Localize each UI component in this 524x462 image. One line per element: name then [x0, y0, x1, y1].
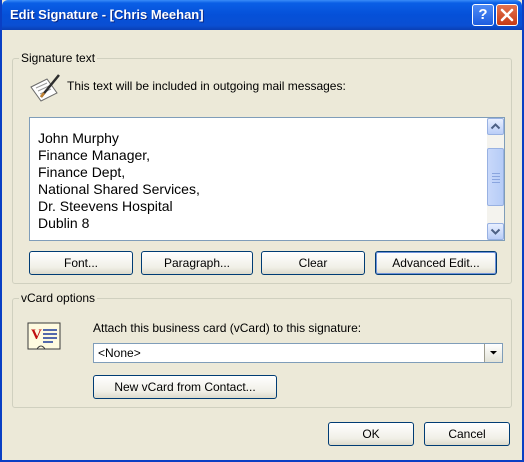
signature-line: National Shared Services, [38, 181, 200, 197]
cancel-button-label: Cancel [448, 427, 486, 441]
close-button[interactable] [496, 4, 518, 26]
svg-text:V: V [31, 327, 42, 343]
signature-line: Finance Manager, [38, 147, 151, 163]
vcard-options-group: vCard options V Attach this business car… [12, 291, 512, 408]
attach-vcard-label: Attach this business card (vCard) to thi… [93, 321, 362, 335]
chevron-down-icon [490, 351, 497, 355]
grip-line [492, 182, 500, 183]
signature-line: John Murphy [38, 130, 119, 146]
signature-line: Finance Dept, [38, 164, 126, 180]
font-button[interactable]: Font... [29, 251, 133, 275]
help-button[interactable]: ? [472, 4, 494, 26]
font-button-label: Font... [63, 256, 98, 270]
advanced-edit-button-label: Advanced Edit... [392, 256, 480, 270]
close-icon [500, 8, 514, 22]
signature-textarea[interactable]: John Murphy Finance Manager, Finance Dep… [29, 117, 505, 241]
grip-line [492, 173, 500, 174]
signature-line: Dr. Steevens Hospital [38, 198, 173, 214]
new-vcard-button[interactable]: New vCard from Contact... [93, 375, 277, 399]
clear-button-label: Clear [298, 256, 328, 270]
chevron-up-icon [490, 123, 501, 130]
window-title: Edit Signature - [Chris Meehan] [10, 7, 204, 22]
vcard-group-label: vCard options [19, 291, 98, 305]
paragraph-button[interactable]: Paragraph... [141, 251, 253, 275]
new-vcard-button-label: New vCard from Contact... [114, 380, 256, 394]
signature-text-group: Signature text This text will be include… [12, 51, 512, 284]
ok-button-label: OK [362, 427, 380, 441]
paragraph-button-label: Paragraph... [163, 256, 231, 270]
grip-line [492, 176, 500, 177]
dropdown-button[interactable] [484, 344, 502, 362]
vcard-select-value: <None> [98, 346, 141, 360]
scroll-up-button[interactable] [487, 118, 504, 135]
help-icon: ? [478, 6, 488, 23]
edit-signature-dialog: Edit Signature - [Chris Meehan] ? Signat… [0, 0, 524, 462]
scroll-thumb[interactable] [487, 148, 504, 206]
signature-line: Dublin 8 [38, 215, 90, 231]
signature-group-label: Signature text [19, 51, 98, 65]
pen-paper-icon [30, 74, 60, 102]
clear-button[interactable]: Clear [261, 251, 365, 275]
vcard-icon: V [27, 322, 61, 350]
vertical-scrollbar[interactable] [487, 118, 504, 240]
advanced-edit-button[interactable]: Advanced Edit... [375, 251, 497, 275]
chevron-down-icon [490, 228, 501, 235]
title-bar[interactable]: Edit Signature - [Chris Meehan] ? [2, 0, 522, 30]
ok-button[interactable]: OK [328, 422, 414, 446]
grip-line [492, 179, 500, 180]
signature-hint: This text will be included in outgoing m… [67, 79, 346, 93]
vcard-select[interactable]: <None> [93, 343, 503, 363]
scroll-down-button[interactable] [487, 223, 504, 240]
cancel-button[interactable]: Cancel [424, 422, 510, 446]
signature-lines: John Murphy Finance Manager, Finance Dep… [38, 130, 200, 232]
